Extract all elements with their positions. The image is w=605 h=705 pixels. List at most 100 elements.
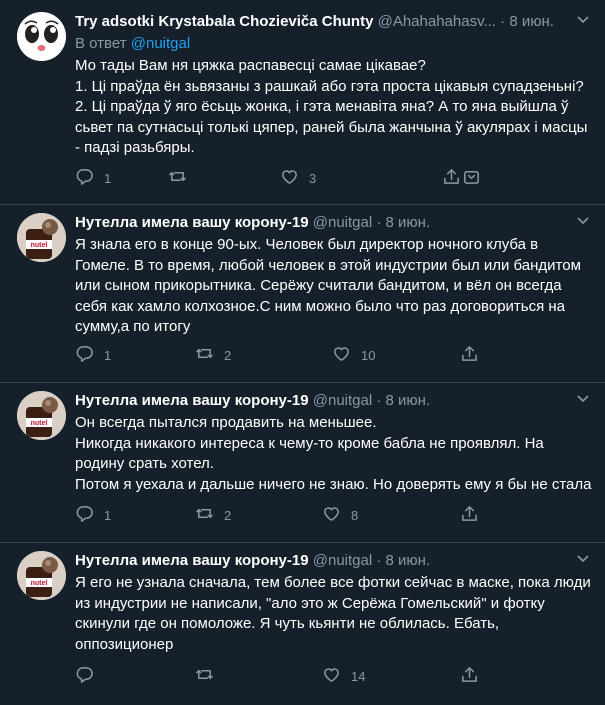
tweet[interactable]: nutel Нутелла имела вашу корону-19 @nuit… bbox=[0, 383, 605, 543]
reply-icon bbox=[75, 665, 94, 687]
like-icon bbox=[280, 167, 299, 189]
tweet[interactable]: nutel Нутелла имела вашу корону-19 @nuit… bbox=[0, 205, 605, 383]
tweet-text-line: оппозиционер bbox=[75, 635, 174, 653]
like-count: 10 bbox=[361, 347, 376, 363]
share-icon bbox=[460, 665, 479, 687]
separator: · bbox=[376, 552, 382, 569]
avatar[interactable]: nutel bbox=[17, 551, 66, 600]
handle[interactable]: @Ahahahahasv... bbox=[378, 13, 496, 30]
reply-to-link[interactable]: @nuitgal bbox=[131, 35, 190, 52]
tweet-text-line: Никогда никакого интереса к чему-то кром… bbox=[75, 434, 544, 452]
action-bar: 1 2 8 bbox=[68, 503, 488, 527]
retweet-button[interactable]: 2 bbox=[195, 343, 231, 367]
retweet-count: 2 bbox=[224, 347, 232, 363]
avatar[interactable] bbox=[17, 12, 66, 61]
display-name[interactable]: Try adsotki Krystabala Chozieviča Chunty bbox=[75, 13, 373, 30]
like-button[interactable]: 14 bbox=[322, 664, 365, 688]
reply-icon bbox=[75, 504, 94, 526]
reply-button[interactable]: 1 bbox=[75, 503, 111, 527]
reply-icon bbox=[75, 167, 94, 189]
tweet-text-line: Гомеле. В то время, любой человек в этой… bbox=[75, 256, 581, 274]
separator: · bbox=[376, 214, 382, 231]
tweet-text-line: из индустрии не написали, "ало это ж Сер… bbox=[75, 594, 545, 612]
reply-button[interactable]: 1 bbox=[75, 343, 111, 367]
handle[interactable]: @nuitgal bbox=[313, 214, 372, 231]
tweet-text: Мо тады Вам ня цяжка распавесці самае ці… bbox=[75, 56, 590, 159]
action-bar: 1 3 bbox=[68, 166, 488, 190]
chevron-down-icon[interactable] bbox=[573, 551, 593, 571]
tweet[interactable]: Try adsotki Krystabala Chozieviča Chunty… bbox=[0, 0, 605, 205]
like-button[interactable]: 3 bbox=[280, 166, 316, 190]
handle[interactable]: @nuitgal bbox=[313, 552, 372, 569]
avatar[interactable]: nutel bbox=[17, 213, 66, 262]
action-bar: 14 bbox=[68, 664, 488, 688]
display-name[interactable]: Нутелла имела вашу корону-19 bbox=[75, 214, 309, 231]
share-icon bbox=[442, 167, 461, 189]
retweet-icon bbox=[195, 344, 214, 366]
chevron-down-icon[interactable] bbox=[573, 391, 593, 411]
like-icon bbox=[322, 665, 341, 687]
svg-text:nutel: nutel bbox=[31, 420, 48, 427]
tweet-header: Нутелла имела вашу корону-19 @nuitgal · … bbox=[75, 551, 597, 571]
tweet-text: Я знала его в конце 90-ых. Человек был д… bbox=[75, 235, 590, 338]
retweet-button[interactable] bbox=[195, 664, 214, 688]
tweet-text-line: Я его не узнала сначала, тем более все ф… bbox=[75, 574, 591, 591]
avatar-nutella-image: nutel bbox=[17, 391, 66, 440]
retweet-count: 2 bbox=[224, 507, 232, 523]
tweet-text-line: Мо тады Вам ня цяжка распавесці самае ці… bbox=[75, 57, 426, 74]
share-button[interactable] bbox=[460, 503, 479, 527]
share-icon bbox=[460, 504, 479, 526]
tweet-text: Я его не узнала сначала, тем более все ф… bbox=[75, 573, 591, 655]
tweet-text-line: родину срать хотел. bbox=[75, 455, 214, 472]
reply-button[interactable] bbox=[75, 664, 94, 688]
display-name[interactable]: Нутелла имела вашу корону-19 bbox=[75, 392, 309, 409]
chevron-down-icon[interactable] bbox=[573, 213, 593, 233]
separator: · bbox=[376, 392, 382, 409]
reply-context: В ответ @nuitgal bbox=[75, 34, 190, 54]
tweet-header: Нутелла имела вашу корону-19 @nuitgal · … bbox=[75, 213, 597, 233]
tweet-text-line: 2. Ці праўда ў яго ёсьць жонка, і гэта м… bbox=[75, 98, 569, 115]
like-button[interactable]: 10 bbox=[332, 343, 375, 367]
timestamp[interactable]: 8 июн. bbox=[386, 214, 431, 231]
reply-count: 1 bbox=[104, 507, 112, 523]
tweet-text-line: сумму,а по итогу bbox=[75, 318, 191, 335]
reply-count: 1 bbox=[104, 347, 112, 363]
retweet-button[interactable]: 2 bbox=[195, 503, 231, 527]
reply-count: 1 bbox=[104, 170, 112, 186]
share-button[interactable] bbox=[460, 343, 479, 367]
timestamp[interactable]: 8 июн. bbox=[386, 552, 431, 569]
tweet-text-line: Потом я уехала и дальше ничего не знаю. … bbox=[75, 475, 592, 493]
reply-prefix: В ответ bbox=[75, 35, 127, 52]
avatar[interactable]: nutel bbox=[17, 391, 66, 440]
share-button[interactable] bbox=[442, 166, 481, 190]
share-icon bbox=[460, 344, 479, 366]
tweet-text-line: скинули где он помоложе. Я чуть кьянти н… bbox=[75, 615, 500, 632]
tweet-text-line: - падзі разьбяры. bbox=[75, 139, 195, 156]
avatar-face-image bbox=[17, 12, 66, 61]
like-count: 3 bbox=[309, 170, 317, 186]
tweet-text-line: или сыном прикорытника. Серёжу считали б… bbox=[75, 277, 562, 294]
chevron-down-icon[interactable] bbox=[573, 12, 593, 32]
retweet-icon bbox=[195, 504, 214, 526]
share-button[interactable] bbox=[460, 664, 479, 688]
tweet-text: Он всегда пытался продавить на меньшее. … bbox=[75, 413, 592, 495]
reply-button[interactable]: 1 bbox=[75, 166, 111, 190]
reply-icon bbox=[75, 344, 94, 366]
timestamp[interactable]: 8 июн. bbox=[386, 392, 431, 409]
action-bar: 1 2 10 bbox=[68, 343, 488, 367]
like-count: 8 bbox=[351, 507, 359, 523]
avatar-nutella-image: nutel bbox=[17, 551, 66, 600]
retweet-button[interactable] bbox=[168, 166, 187, 190]
tweet-text-line: сьвет па сутнасьці толькі цяпер, раней б… bbox=[75, 118, 588, 136]
timestamp[interactable]: 8 июн. bbox=[509, 13, 554, 30]
retweet-icon bbox=[168, 167, 187, 189]
svg-text:nutel: nutel bbox=[31, 580, 48, 587]
chevron-down-icon bbox=[462, 167, 481, 189]
tweet-text-line: Я знала его в конце 90-ых. Человек был д… bbox=[75, 236, 539, 253]
tweet-text-line: Он всегда пытался продавить на меньшее. bbox=[75, 414, 377, 431]
like-count: 14 bbox=[351, 668, 366, 684]
display-name[interactable]: Нутелла имела вашу корону-19 bbox=[75, 552, 309, 569]
handle[interactable]: @nuitgal bbox=[313, 392, 372, 409]
like-button[interactable]: 8 bbox=[322, 503, 358, 527]
tweet[interactable]: nutel Нутелла имела вашу корону-19 @nuit… bbox=[0, 543, 605, 705]
